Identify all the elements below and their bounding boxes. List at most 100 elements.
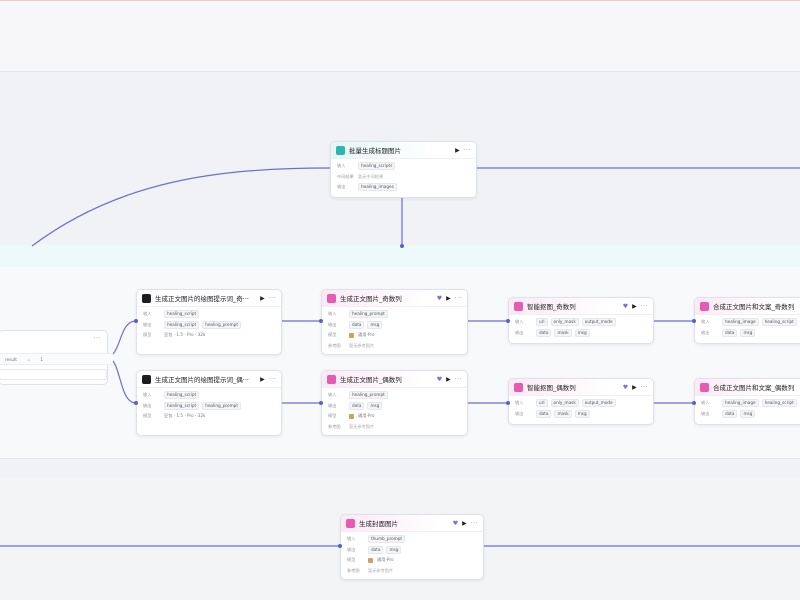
- play-icon[interactable]: ▶: [632, 303, 637, 310]
- model-label: 模型: [328, 332, 337, 338]
- play-icon[interactable]: ▶: [260, 295, 265, 302]
- model-name: 通用-Pro: [358, 413, 375, 419]
- middle-text: 暂无中间结果: [358, 173, 384, 179]
- play-icon[interactable]: ▶: [260, 376, 265, 383]
- ref-label: 参考图: [328, 423, 341, 429]
- batch-title-images-node[interactable]: 批量生成标题图片 ▶ ··· 输入 healing_scripts 中间结果 暂…: [330, 141, 477, 198]
- merge-odd-node[interactable]: 合成正文图片和文案_奇数列 输入 healing_image healing_s…: [694, 297, 800, 344]
- cover-image-node[interactable]: 生成封面图片 ♥ ▶ ··· 输入 thumb_prompt 输出 data m…: [340, 514, 484, 580]
- output-tag-2: msg: [367, 401, 383, 410]
- output-label: 输出: [347, 546, 356, 552]
- more-icon[interactable]: ···: [641, 303, 648, 310]
- merge-icon: [700, 301, 709, 311]
- model-label: 模型: [328, 413, 337, 419]
- input-tag: healing_script: [164, 391, 200, 400]
- node-more-icon[interactable]: ···: [94, 335, 101, 342]
- output-tag-1: data: [349, 320, 365, 329]
- port-dot[interactable]: [692, 319, 696, 323]
- input-label: 输入: [328, 392, 337, 398]
- play-icon[interactable]: ▶: [462, 520, 467, 527]
- input-label: 输入: [328, 311, 337, 317]
- more-icon[interactable]: ···: [464, 147, 471, 154]
- output-tag-1: data: [536, 409, 552, 418]
- more-icon[interactable]: ···: [455, 295, 462, 302]
- prompt-even-node[interactable]: 生成正文图片的绘图提示词_偶··· ▶ ··· 输入 healing_scrip…: [136, 370, 282, 436]
- ref-text: 暂无参考图片: [349, 423, 375, 429]
- model-label: 模型: [347, 557, 356, 563]
- more-icon[interactable]: ···: [269, 376, 276, 383]
- output-label: 输出: [515, 410, 524, 416]
- image-odd-node[interactable]: 生成正文图片_奇数列 ♥ ▶ ··· 输入 healing_prompt 输出 …: [321, 289, 468, 355]
- input-label: 输入: [515, 400, 524, 406]
- output-tag-2: msg: [740, 328, 756, 337]
- more-icon[interactable]: ···: [269, 295, 276, 302]
- model-thumb-icon: [349, 332, 354, 338]
- input-tag: healing_prompt: [349, 310, 388, 319]
- node-title: 合成正文图片和文案_奇数列: [713, 303, 795, 311]
- model-name: 通用-Pro: [358, 332, 375, 338]
- port-dot[interactable]: [506, 401, 510, 405]
- wire-curve-to-batch: [31, 167, 331, 247]
- node-title: 智能抠图_偶数列: [527, 384, 576, 392]
- output-tag-2: msg: [367, 320, 383, 329]
- input-tag: healing_prompt: [349, 391, 388, 400]
- play-icon[interactable]: ▶: [446, 295, 451, 302]
- play-icon[interactable]: ▶: [446, 376, 451, 383]
- port-dot[interactable]: [506, 319, 510, 323]
- model-name: 豆包 · 1.5 · Pro · 32k: [164, 413, 206, 419]
- more-icon[interactable]: ···: [641, 384, 648, 391]
- loop-variable-node[interactable]: ··· result = 1: [0, 330, 113, 385]
- output-label: 输出: [701, 329, 710, 335]
- port-dot[interactable]: [134, 401, 138, 405]
- prompt-odd-node[interactable]: 生成正文图片的绘图提示词_奇··· ▶ ··· 输入 healing_scrip…: [136, 289, 282, 355]
- variable-row: result = 1: [0, 353, 113, 365]
- merge-even-node[interactable]: 合成正文图片和文案_偶数列 输入 healing_image healing_s…: [694, 378, 800, 425]
- output-tag-1: healing_script: [164, 320, 200, 329]
- model-thumb-icon: [368, 557, 373, 563]
- port-dot[interactable]: [400, 244, 404, 248]
- output-tag: healing_images: [358, 183, 397, 192]
- play-icon[interactable]: ▶: [632, 384, 637, 391]
- image-even-node[interactable]: 生成正文图片_偶数列 ♥ ▶ ··· 输入 healing_prompt 输出 …: [321, 370, 468, 436]
- input-tag-1: url: [536, 399, 548, 408]
- output-tag-2: healing_prompt: [202, 320, 241, 329]
- cutout-odd-node[interactable]: 智能抠图_奇数列 ♥ ▶ ··· 输入 url only_mask output…: [508, 297, 654, 344]
- output-label: 输出: [143, 321, 152, 327]
- output-tag-1: data: [349, 401, 365, 410]
- variable-value: 1: [40, 356, 44, 362]
- image-gen-icon: [327, 374, 336, 384]
- cutout-even-node[interactable]: 智能抠图_偶数列 ♥ ▶ ··· 输入 url only_mask output…: [508, 378, 654, 425]
- model-name: 通用-Pro: [377, 557, 394, 563]
- output-tag-3: msg: [574, 328, 590, 337]
- model-label: 模型: [143, 413, 152, 419]
- more-icon[interactable]: ···: [471, 520, 478, 527]
- output-tag-1: healing_script: [164, 401, 200, 410]
- ref-text: 暂无参考图片: [368, 567, 394, 573]
- output-tag-1: data: [536, 328, 552, 337]
- output-tag-1: data: [722, 328, 738, 337]
- heart-icon: ♥: [436, 375, 443, 383]
- input-label: 输入: [337, 163, 346, 169]
- output-tag-3: msg: [574, 409, 590, 418]
- more-icon[interactable]: ···: [455, 376, 462, 383]
- node-title: 生成封面图片: [359, 520, 398, 528]
- llm-icon: [142, 374, 151, 384]
- output-label: 输出: [701, 410, 710, 416]
- input-tag-1: healing_image: [722, 399, 759, 408]
- play-icon[interactable]: ▶: [455, 147, 460, 154]
- ref-label: 参考图: [347, 567, 360, 573]
- input-label: 输入: [347, 536, 356, 542]
- port-dot[interactable]: [319, 319, 323, 323]
- llm-icon: [142, 293, 151, 303]
- input-tag-2: only_mask: [550, 318, 579, 327]
- port-dot[interactable]: [692, 401, 696, 405]
- output-label: 输出: [328, 402, 337, 408]
- node-title: 生成正文图片的绘图提示词_偶···: [155, 376, 249, 384]
- port-dot[interactable]: [134, 319, 138, 323]
- variable-input-box[interactable]: [0, 369, 107, 380]
- input-label: 输入: [701, 319, 710, 325]
- input-tag-1: url: [536, 318, 548, 327]
- port-dot[interactable]: [319, 401, 323, 405]
- image-gen-icon: [346, 518, 355, 528]
- port-dot[interactable]: [338, 544, 342, 548]
